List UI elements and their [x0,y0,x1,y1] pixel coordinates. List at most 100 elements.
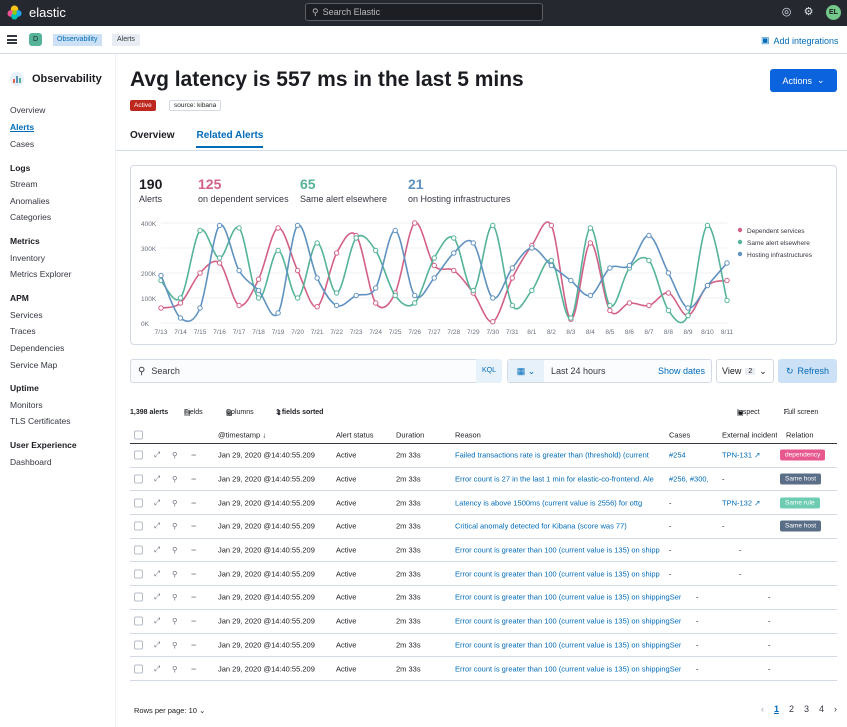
sidebar-item-metrics-explorer[interactable]: Metrics Explorer [10,269,71,279]
reason-link[interactable]: Error count is greater than 100 (current… [455,640,681,649]
incident-cell[interactable]: TPN-131 ↗ [722,451,760,460]
row-checkbox[interactable] [134,521,143,531]
column-header-status[interactable]: Alert status [336,430,374,439]
actions-button[interactable]: Actions ⌄ [770,69,837,92]
calendar-icon[interactable]: ▦ ⌄ [508,360,544,382]
expand-icon[interactable]: ⤢ [154,545,160,555]
user-avatar[interactable]: EL [826,5,841,20]
global-search-input[interactable]: ⚲ Search Elastic [305,3,543,21]
column-header-reason[interactable]: Reason [455,430,481,439]
space-badge[interactable]: D [29,33,42,46]
reason-link[interactable]: Error count is greater than 100 (current… [455,569,660,578]
reason-link[interactable]: Failed transactions rate is greater than… [455,451,649,460]
sidebar-item-cases[interactable]: Cases [10,139,34,149]
sidebar-item-monitors[interactable]: Monitors [10,400,43,410]
table-row[interactable]: ⤢ ⚲ ◦◦◦ Jan 29, 2020 @14:40:55.209 Active 2m … [130,562,837,587]
refresh-button[interactable]: ↻ Refresh [778,359,837,383]
more-actions-icon[interactable]: ◦◦◦ [191,498,196,507]
prev-page-icon[interactable]: ‹ [761,704,764,714]
fullscreen-button[interactable]: ⛶ Full screen [784,409,818,416]
row-checkbox[interactable] [134,474,143,484]
view-selector[interactable]: View 2 ⌄ [716,359,774,383]
table-row[interactable]: ⤢ ⚲ ◦◦◦ Jan 29, 2020 @14:40:55.209 Active 2m … [130,634,837,658]
expand-icon[interactable]: ⤢ [154,498,160,508]
show-dates-link[interactable]: Show dates [658,366,705,376]
expand-icon[interactable]: ⤢ [154,521,160,531]
row-checkbox[interactable] [134,498,143,508]
more-actions-icon[interactable]: ◦◦◦ [191,664,196,673]
more-actions-icon[interactable]: ◦◦◦ [191,475,196,484]
page-link-3[interactable]: 3 [804,704,809,714]
rows-per-page-button[interactable]: Rows per page: 10 ⌄ [134,706,205,715]
investigate-icon[interactable]: ⚲ [172,475,178,484]
row-checkbox[interactable] [134,616,143,626]
sidebar-item-tls-certificates[interactable]: TLS Certificates [10,416,70,426]
page-link-1[interactable]: 1 [774,704,779,714]
investigate-icon[interactable]: ⚲ [172,640,178,649]
row-checkbox[interactable] [134,545,143,555]
reason-link[interactable]: Latency is above 1500ms (current value i… [455,498,642,507]
column-header-timestamp[interactable]: @timestamp ↓ [218,430,266,439]
column-header-duration[interactable]: Duration [396,430,424,439]
expand-icon[interactable]: ⤢ [154,640,160,650]
fields-button[interactable]: ▤ Fields [184,409,203,417]
sidebar-item-stream[interactable]: Stream [10,179,37,189]
sort-button[interactable]: ⇕ 1 fields sorted [276,409,323,417]
table-row[interactable]: ⤢ ⚲ ◦◦◦ Jan 29, 2020 @14:40:55.209 Active 2m … [130,657,837,681]
row-checkbox[interactable] [134,569,143,579]
menu-toggle-icon[interactable] [7,35,17,44]
table-row[interactable]: ⤢ ⚲ ◦◦◦ Jan 29, 2020 @14:40:55.209 Active 2m … [130,468,837,492]
add-integrations-button[interactable]: ▣ Add integrations [761,35,839,46]
sidebar-item-services[interactable]: Services [10,310,43,320]
inspect-button[interactable]: ▣ Inspect [737,409,760,417]
column-header-relation[interactable]: Relation [786,430,814,439]
sidebar-item-traces[interactable]: Traces [10,326,36,336]
table-row[interactable]: ⤢ ⚲ ◦◦◦ Jan 29, 2020 @14:40:55.209 Active 2m … [130,586,837,610]
expand-icon[interactable]: ⤢ [154,664,160,674]
cases-cell[interactable]: #254 [669,451,686,460]
investigate-icon[interactable]: ⚲ [172,522,178,531]
sidebar-item-service-map[interactable]: Service Map [10,360,57,370]
alerts-search-input[interactable]: ⚲ Search [130,359,501,383]
sidebar-item-anomalies[interactable]: Anomalies [10,196,50,206]
breadcrumb-observability[interactable]: Observability [53,34,103,46]
investigate-icon[interactable]: ⚲ [172,664,178,673]
expand-icon[interactable]: ⤢ [154,474,160,484]
sidebar-item-inventory[interactable]: Inventory [10,253,45,263]
kql-toggle[interactable]: KQL [476,359,502,383]
investigate-icon[interactable]: ⚲ [172,546,178,555]
row-checkbox[interactable] [134,640,143,650]
sidebar-item-overview[interactable]: Overview [10,105,45,115]
table-row[interactable]: ⤢ ⚲ ◦◦◦ Jan 29, 2020 @14:40:55.209 Active 2m … [130,610,837,634]
date-picker[interactable]: ▦ ⌄ Last 24 hours Show dates [507,359,712,383]
columns-button[interactable]: ▩ Columns [226,409,254,417]
page-link-2[interactable]: 2 [789,704,794,714]
row-checkbox[interactable] [134,450,143,460]
newsfeed-icon[interactable]: ⚙ [802,6,815,19]
investigate-icon[interactable]: ⚲ [172,617,178,626]
select-all-checkbox[interactable] [134,430,143,439]
reason-link[interactable]: Critical anomaly detected for Kibana (sc… [455,522,627,531]
more-actions-icon[interactable]: ◦◦◦ [191,593,196,602]
reason-link[interactable]: Error count is greater than 100 (current… [455,617,681,626]
more-actions-icon[interactable]: ◦◦◦ [191,522,196,531]
more-actions-icon[interactable]: ◦◦◦ [191,451,196,460]
table-row[interactable]: ⤢ ⚲ ◦◦◦ Jan 29, 2020 @14:40:55.209 Active 2m … [130,515,837,539]
help-icon[interactable]: ◎ [780,6,793,19]
row-checkbox[interactable] [134,664,143,674]
more-actions-icon[interactable]: ◦◦◦ [191,617,196,626]
reason-link[interactable]: Error count is 27 in the last 1 min for … [455,475,654,484]
sidebar-item-alerts[interactable]: Alerts [10,122,34,132]
more-actions-icon[interactable]: ◦◦◦ [191,640,196,649]
next-page-icon[interactable]: › [834,704,837,714]
reason-link[interactable]: Error count is greater than 100 (current… [455,664,681,673]
investigate-icon[interactable]: ⚲ [172,498,178,507]
tab-related-alerts[interactable]: Related Alerts [196,130,264,148]
table-row[interactable]: ⤢ ⚲ ◦◦◦ Jan 29, 2020 @14:40:55.209 Active 2m … [130,491,837,516]
expand-icon[interactable]: ⤢ [154,592,160,602]
sidebar-item-dependencies[interactable]: Dependencies [10,343,64,353]
row-checkbox[interactable] [134,592,143,602]
reason-link[interactable]: Error count is greater than 100 (current… [455,546,660,555]
investigate-icon[interactable]: ⚲ [172,593,178,602]
expand-icon[interactable]: ⤢ [154,450,160,460]
